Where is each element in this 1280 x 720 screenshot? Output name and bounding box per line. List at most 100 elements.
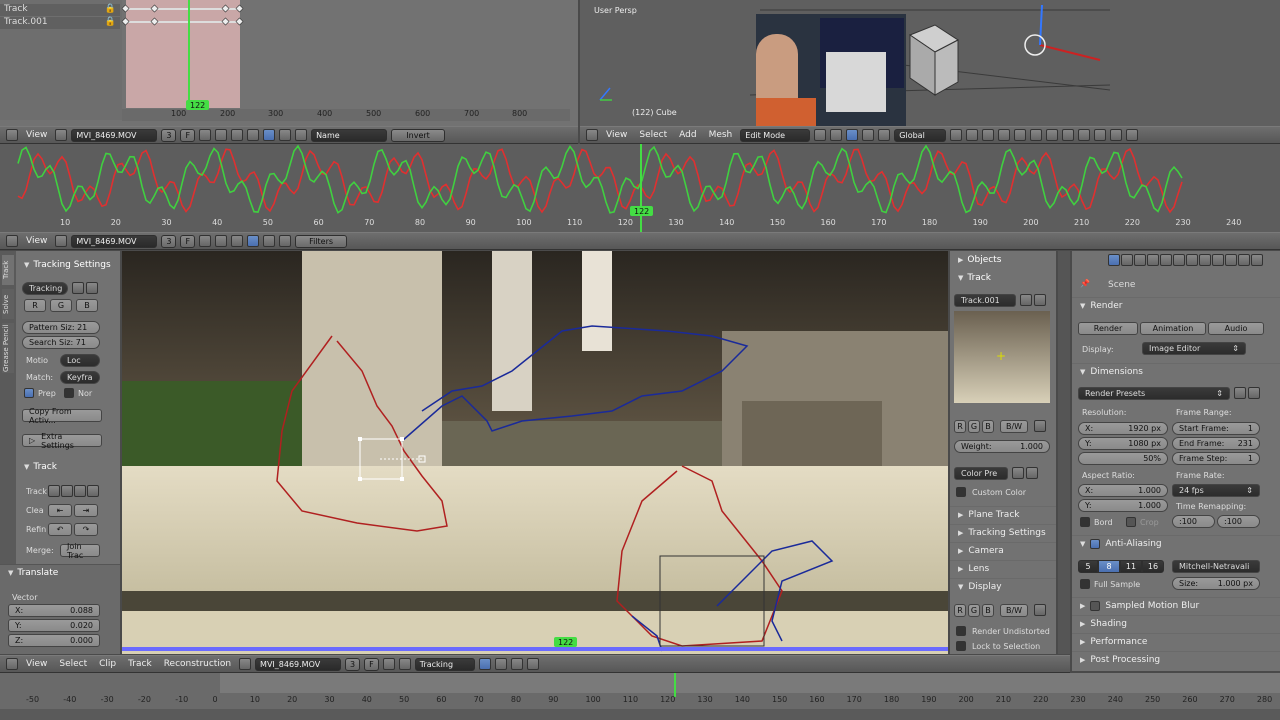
clip-name-field[interactable]: MVI_8469.MOV	[255, 657, 342, 671]
mode-dropdown[interactable]: Edit Mode	[740, 128, 811, 142]
menu-add[interactable]: Add	[675, 130, 700, 140]
modifiers-tab-icon[interactable]	[1186, 254, 1198, 266]
motion-blur-checkbox[interactable]	[1090, 601, 1101, 611]
clip-graph-view[interactable]: 122 10 20 30 40 50 60 70 80 90 100 110 120 130 140 150…	[0, 144, 1280, 232]
preview-r[interactable]: R	[954, 420, 966, 433]
scene-tab-icon[interactable]	[1134, 254, 1146, 266]
open-icon[interactable]	[199, 129, 212, 141]
render-button[interactable]: Render	[1078, 322, 1138, 335]
editor-type-icon[interactable]	[6, 235, 18, 247]
display-bw[interactable]: B/W	[1000, 604, 1028, 617]
pivot-icon[interactable]	[830, 129, 843, 141]
tracking-preset[interactable]: Tracking	[22, 282, 68, 295]
sampled-motion-blur-section[interactable]: ▶ Sampled Motion Blur	[1072, 597, 1280, 614]
color-picker-icon[interactable]	[1034, 420, 1046, 432]
match-dropdown[interactable]: Keyfra	[60, 371, 100, 384]
motion-dropdown[interactable]: Loc	[60, 354, 100, 367]
aa-filter-dropdown[interactable]: Mitchell-Netravali	[1172, 560, 1260, 573]
post-processing-section[interactable]: ▶ Post Processing	[1072, 651, 1280, 668]
fake-user-button[interactable]: F	[180, 128, 196, 142]
track-forwards-icon[interactable]	[87, 485, 99, 497]
object-tab-icon[interactable]	[1160, 254, 1172, 266]
remove-preset-icon[interactable]	[1026, 467, 1038, 479]
close-icon[interactable]	[215, 235, 228, 247]
aspect-y-field[interactable]: Y: 1.000	[1078, 499, 1168, 512]
objects-section[interactable]: ▶ Objects	[950, 252, 1001, 268]
start-frame-field[interactable]: Start Frame: 1	[1172, 422, 1260, 435]
sort-dropdown[interactable]: Name	[311, 128, 388, 142]
panel-divider[interactable]	[1058, 251, 1070, 654]
clip-name-field[interactable]: MVI_8469.MOV	[71, 128, 158, 142]
display-dropdown[interactable]: Image Editor ⇕	[1142, 342, 1246, 355]
view-icon[interactable]	[478, 658, 491, 670]
clip-icon[interactable]	[55, 235, 68, 247]
lock-selection-checkbox[interactable]	[956, 641, 966, 651]
orientation-dropdown[interactable]: Global	[894, 128, 947, 142]
aa-samples-8[interactable]: 8	[1098, 560, 1120, 573]
remap-new-field[interactable]: :100	[1217, 515, 1260, 528]
hide-icon[interactable]	[295, 129, 308, 141]
physics-tab-icon[interactable]	[1251, 254, 1263, 266]
refine-backward-button[interactable]: ↶	[48, 523, 72, 536]
step-forward-icon[interactable]	[74, 485, 86, 497]
display-section[interactable]: ▼ Display	[950, 578, 1056, 595]
custom-color-checkbox[interactable]	[956, 487, 966, 497]
filter-icon-3[interactable]	[263, 129, 276, 141]
layer-icon[interactable]	[1126, 129, 1139, 141]
aspect-x-field[interactable]: X: 1.000	[1078, 484, 1168, 497]
aa-samples-16[interactable]: 16	[1142, 560, 1164, 573]
layer-icon[interactable]	[1094, 129, 1107, 141]
menu-view[interactable]: View	[602, 130, 631, 140]
open-icon[interactable]	[199, 235, 212, 247]
channel-r[interactable]: R	[24, 299, 46, 312]
close-icon[interactable]	[398, 658, 411, 670]
view-icon-3[interactable]	[510, 658, 523, 670]
vector-x-field[interactable]: X: 0.088	[8, 604, 100, 617]
aa-size-field[interactable]: Size: 1.000 px	[1172, 577, 1260, 590]
tracking-settings-section[interactable]: ▶ Tracking Settings	[950, 524, 1056, 541]
editor-type-icon[interactable]	[586, 129, 598, 141]
shading-section[interactable]: ▶ Shading	[1072, 615, 1280, 632]
editor-type-icon[interactable]	[6, 129, 18, 141]
filters-button[interactable]: Filters	[295, 234, 348, 248]
add-preset-icon[interactable]	[1012, 467, 1024, 479]
anti-aliasing-section[interactable]: ▼ Anti-Aliasing	[1072, 535, 1280, 552]
menu-clip[interactable]: Clip	[95, 659, 120, 669]
border-checkbox[interactable]	[1080, 517, 1090, 527]
plane-track-section[interactable]: ▶ Plane Track	[950, 506, 1056, 523]
filter-icon[interactable]	[231, 129, 244, 141]
menu-track[interactable]: Track	[124, 659, 156, 669]
animation-button[interactable]: Animation	[1140, 322, 1206, 335]
menu-view[interactable]: View	[22, 130, 51, 140]
step-back-icon[interactable]	[61, 485, 73, 497]
movie-clip-view[interactable]: 122	[122, 251, 948, 654]
render-presets-dropdown[interactable]: Render Presets ⇕	[1078, 387, 1230, 400]
menu-select[interactable]: Select	[635, 130, 671, 140]
remove-preset-icon[interactable]	[1248, 387, 1260, 399]
constraints-tab-icon[interactable]	[1173, 254, 1185, 266]
hide-icon[interactable]	[279, 235, 292, 247]
tab-solve[interactable]: Solve	[2, 289, 14, 319]
menu-mesh[interactable]: Mesh	[705, 130, 737, 140]
3d-viewport[interactable]: User Persp (122) Cube	[580, 0, 1280, 126]
render-section[interactable]: ▼ Render	[1072, 297, 1280, 314]
channel-row-track[interactable]: Track 🔒	[0, 4, 120, 16]
timeline[interactable]: -50 -40 -30 -20 -10 0 10 20 30 40 50 60 70 80 90 100 110…	[0, 673, 1280, 720]
remap-old-field[interactable]: :100	[1172, 515, 1215, 528]
copy-from-active-button[interactable]: Copy From Activ...	[22, 407, 102, 425]
layer-icon[interactable]	[982, 129, 995, 141]
camera-section[interactable]: ▶ Camera	[950, 542, 1056, 559]
layer-icon[interactable]	[1030, 129, 1043, 141]
aa-samples-11[interactable]: 11	[1120, 560, 1142, 573]
aa-samples-5[interactable]: 5	[1078, 560, 1098, 573]
join-tracks-button[interactable]: Join Trac	[60, 542, 100, 560]
full-sample-checkbox[interactable]	[1080, 579, 1090, 589]
pin-icon[interactable]: 📌	[1080, 279, 1090, 288]
layer-icon[interactable]	[1046, 129, 1059, 141]
anti-aliasing-checkbox[interactable]	[1090, 539, 1101, 549]
layer-icon[interactable]	[998, 129, 1011, 141]
display-r[interactable]: R	[954, 604, 966, 617]
search-size-field[interactable]: Search Siz: 71	[22, 336, 100, 349]
filter-icon-2[interactable]	[247, 129, 260, 141]
graph-icon[interactable]	[231, 235, 244, 247]
